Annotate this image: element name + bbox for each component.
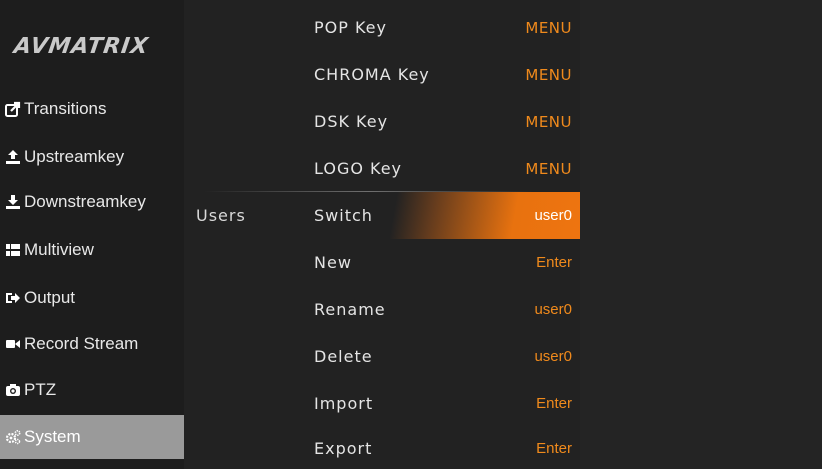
menu-row-import[interactable]: Import Enter — [184, 380, 580, 427]
sidebar-item-record-stream[interactable]: Record Stream — [0, 322, 184, 366]
row-value[interactable]: user0 — [534, 301, 572, 318]
sidebar-item-label: Multiview — [24, 240, 94, 259]
menu-row-logo-key[interactable]: LOGO Key MENU — [184, 145, 580, 192]
menu-row-chroma-key[interactable]: CHROMA Key MENU — [184, 51, 580, 98]
upload-icon — [4, 148, 22, 166]
sidebar-item-label: PTZ — [24, 380, 57, 399]
row-value[interactable]: MENU — [525, 113, 572, 131]
share-icon — [4, 100, 22, 118]
menu-row-pop-key[interactable]: POP Key MENU — [184, 4, 580, 51]
camera-icon — [4, 381, 22, 399]
row-label: DSK Key — [314, 112, 389, 131]
brand-logo: AVMATRIX — [12, 34, 151, 59]
row-label: Rename — [314, 300, 386, 319]
menu-row-delete-user[interactable]: Delete user0 — [184, 333, 580, 380]
sidebar-item-label: Upstreamkey — [24, 147, 125, 166]
sidebar-item-transitions[interactable]: Transitions — [0, 87, 184, 131]
sidebar-item-label: Transitions — [24, 99, 107, 118]
menu-row-new-user[interactable]: New Enter — [184, 239, 580, 286]
app-screen: AVMATRIX Transitions Upstreamkey Downstr… — [0, 0, 822, 469]
sign-out-icon — [4, 289, 22, 307]
row-label: Switch — [314, 206, 373, 225]
grid-icon — [4, 241, 22, 259]
sidebar-item-multiview[interactable]: Multiview — [0, 228, 184, 272]
menu-row-rename-user[interactable]: Rename user0 — [184, 286, 580, 333]
row-label: Delete — [314, 347, 373, 366]
sidebar-item-label: Downstreamkey — [24, 192, 146, 211]
sidebar-item-downstreamkey[interactable]: Downstreamkey — [0, 180, 184, 224]
background-area — [580, 0, 822, 469]
row-value[interactable]: MENU — [525, 66, 572, 84]
menu-row-export[interactable]: Export Enter — [184, 425, 580, 469]
gears-icon — [4, 428, 22, 446]
sidebar-item-output[interactable]: Output — [0, 276, 184, 320]
row-value[interactable]: Enter — [536, 440, 572, 457]
row-value[interactable]: user0 — [534, 348, 572, 365]
row-label: Export — [314, 439, 373, 458]
sidebar-item-ptz[interactable]: PTZ — [0, 368, 184, 412]
sidebar-item-label: Output — [24, 288, 76, 307]
group-label-users: Users — [196, 206, 246, 225]
row-value[interactable]: MENU — [525, 160, 572, 178]
row-label: POP Key — [314, 18, 387, 37]
row-value[interactable]: user0 — [534, 207, 572, 224]
download-icon — [4, 193, 22, 211]
sidebar-item-label: Record Stream — [24, 334, 139, 353]
sidebar-item-system[interactable]: System — [0, 415, 184, 459]
video-camera-icon — [4, 335, 22, 353]
sidebar-item-label: System — [24, 427, 81, 446]
sidebar-item-upstreamkey[interactable]: Upstreamkey — [0, 135, 184, 179]
row-value[interactable]: Enter — [536, 395, 572, 412]
row-value[interactable]: Enter — [536, 254, 572, 271]
menu-row-switch-user[interactable]: Users Switch user0 — [184, 192, 580, 239]
row-label: Import — [314, 394, 374, 413]
menu-row-dsk-key[interactable]: DSK Key MENU — [184, 98, 580, 145]
row-label: LOGO Key — [314, 159, 403, 178]
settings-panel: POP Key MENU CHROMA Key MENU DSK Key MEN… — [184, 0, 580, 469]
row-value[interactable]: MENU — [525, 19, 572, 37]
row-label: New — [314, 253, 352, 272]
sidebar: AVMATRIX Transitions Upstreamkey Downstr… — [0, 0, 184, 469]
row-label: CHROMA Key — [314, 65, 430, 84]
